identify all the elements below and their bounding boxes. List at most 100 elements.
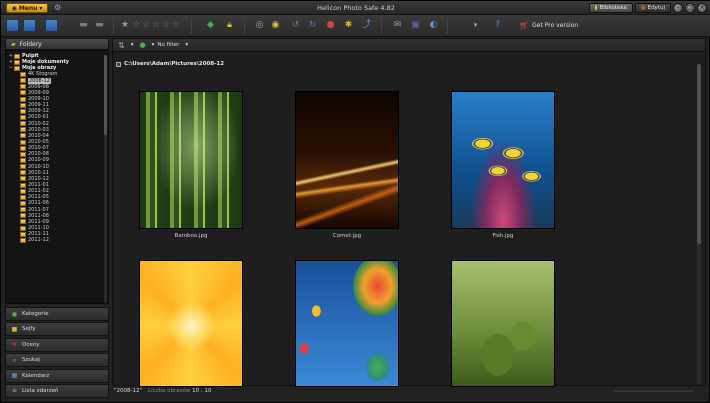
disc-icon[interactable]: ◉ [269,19,282,32]
rotate-right-icon[interactable]: ↻ [306,19,319,32]
tab-edytuj[interactable]: ◍ Edytuj [634,3,671,13]
main-scrollbar-thumb[interactable] [697,64,701,244]
status-folder: "2008-12" [114,388,143,394]
folder-path: C:\Users\Adam\Pictures\2008-12 [116,61,224,67]
maximize-button[interactable]: □ [685,3,695,13]
location-pin-icon[interactable]: ● [324,19,337,32]
sidebar-item-oceny[interactable]: ★ Oceny [5,337,109,352]
folder-tree-scrollbar[interactable] [104,55,107,303]
status-count-label: Liczba obrazów [148,388,191,394]
share-icon[interactable]: ⤴ [360,19,373,32]
folder-icon [20,170,26,176]
folder-icon [20,90,26,96]
close-button[interactable]: × [697,3,707,13]
title-bar: ◉ Menu ▾ ⚙ Helicon Photo Safe 4.82 ▮ Bib… [1,1,710,15]
rating-star-icon[interactable]: ★ [121,20,129,31]
star-4-icon[interactable]: ☆ [162,20,170,31]
web-gallery-icon[interactable]: ▣ [409,19,422,32]
window-controls: ▮ Biblioteka ◍ Edytuj – □ × [588,3,707,13]
star-3-icon[interactable]: ☆ [152,20,160,31]
more-dropdown-icon[interactable]: ▾ [469,19,482,32]
sort-dropdown-icon[interactable]: ▾ [131,42,134,48]
rotate-left-icon[interactable]: ↺ [289,19,302,32]
thumbnail-image-balloons[interactable] [295,260,399,387]
collapse-group-icon[interactable] [116,61,121,67]
minimize-button[interactable]: – [673,3,683,13]
folder-icon [20,213,26,219]
folder-tree-nodes: + Pulpit + Moje dokumenty − Moje obrazy 4K Sto… [6,53,108,243]
folder-icon [20,231,26,237]
view-preview-icon[interactable] [45,19,58,32]
sidebar-item-label: Szukaj [22,357,40,364]
folder-icon [20,108,26,114]
search-images-icon[interactable]: ◐ [427,19,440,32]
folder-icon [20,121,26,127]
zoom-slider[interactable] [614,390,694,392]
thumbnail-image-flower[interactable] [139,260,243,387]
filter-icon[interactable]: ● [139,41,145,49]
sort-icon[interactable]: ⇅ [118,41,125,50]
thumbnail[interactable]: Comet.jpg [295,91,399,239]
folder-icon [20,225,26,231]
thumbnail-image-bamboo[interactable] [139,91,243,229]
thumbnail[interactable] [139,260,243,391]
help-icon[interactable]: ? [491,19,504,32]
get-pro-button[interactable]: 🛒︎ Get Pro version [519,21,578,30]
folder-icon [20,207,26,213]
email-icon[interactable]: ✉ [391,19,404,32]
star-1-icon[interactable]: ☆ [132,20,140,31]
filter-dropdown[interactable]: ▾ No filter [152,42,180,48]
folder-tree-item[interactable]: 2011-12 [6,237,108,243]
folder-icon [20,157,26,163]
folder-tree-scrollbar-thumb[interactable] [104,55,107,135]
folders-header[interactable]: ▰ Foldery [5,38,109,50]
sidebar-item-label: Sejfy [22,326,36,333]
sidebar-item-szukaj[interactable]: ⌕ Szukaj [5,353,109,368]
sidebar-item-kalendarz[interactable]: ▦ Kalendarz [5,368,109,383]
thumbnail-caption: Comet.jpg [332,233,362,239]
filter-bar: ⇅ ▾ ● ▾ No filter ▾ [113,39,705,52]
thumbnail-caption: Bamboo.jpg [174,233,208,239]
library-icon: ▮ [594,4,598,11]
thumbnail[interactable]: Bamboo.jpg [139,91,243,239]
sidebar-item-label: Kalendarz [22,372,50,379]
export-icon[interactable]: ▬ [93,19,106,32]
folder-icon [20,200,26,206]
thumbnail-image-fish[interactable] [451,91,555,229]
status-bar: "2008-12" Liczba obrazów 10 : 10 [112,386,706,396]
import-icon[interactable]: ▬ [77,19,90,32]
events-icon: ≡ [11,387,18,395]
thumbnail-image-green[interactable] [451,260,555,387]
view-list-icon[interactable] [6,19,19,32]
folder-tree[interactable]: + Pulpit + Moje dokumenty − Moje obrazy 4K Sto… [5,50,109,304]
thumbnail[interactable] [451,260,555,391]
sidebar-item-sejfy[interactable]: ■ Sejfy [5,322,109,337]
chevron-down-icon: ▾ [151,42,155,48]
tag-icon[interactable]: ◆ [204,19,217,32]
star-2-icon[interactable]: ☆ [142,20,150,31]
thumbnail[interactable] [295,260,399,391]
folder-icon [20,151,26,157]
main-scrollbar[interactable] [697,64,701,384]
thumbnail-caption: Fish.jpg [492,233,514,239]
nav-list: ● Kategorie ■ Sejfy ★ Oceny ⌕ Szukaj ▦ Kalendarz ≡… [5,307,109,398]
view-grid-icon[interactable] [23,19,36,32]
camera-icon[interactable]: ◎ [253,19,266,32]
folder-icon [14,59,20,65]
star-5-icon[interactable]: ☆ [172,20,180,31]
folder-icon [20,182,26,188]
tab-biblioteka[interactable]: ▮ Biblioteka [588,3,633,13]
main-area: ⇅ ▾ ● ▾ No filter ▾ C:\Users\Adam\Pictur… [112,38,706,387]
folder-tree-label: 2011-12 [28,237,49,244]
folder-icon [14,65,20,71]
sidebar-item-kategorie[interactable]: ● Kategorie [5,307,109,321]
people-icon[interactable]: ✱ [342,19,355,32]
sidebar-item-lista-zdarzeń[interactable]: ≡ Lista zdarzeń [5,383,109,398]
folder-icon [20,84,26,90]
folder-icon [20,133,26,139]
thumbnail[interactable]: Fish.jpg [451,91,555,239]
lock-icon[interactable]: 🔒︎ [223,19,236,32]
filter-options-icon[interactable]: ▾ [185,42,188,48]
folder-icon [20,176,26,182]
thumbnail-image-comet[interactable] [295,91,399,229]
